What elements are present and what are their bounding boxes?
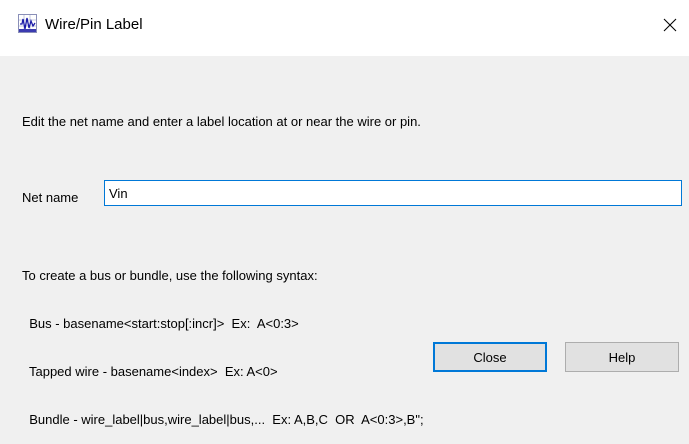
close-button[interactable]: Close: [433, 342, 547, 372]
net-name-label: Net name: [22, 190, 79, 205]
waveform-app-icon: [18, 14, 37, 33]
syntax-line-bus: Bus - basename<start:stop[:incr]> Ex: A<…: [22, 316, 299, 331]
window-title: Wire/Pin Label: [45, 16, 143, 33]
close-icon[interactable]: [660, 15, 680, 35]
syntax-heading: To create a bus or bundle, use the follo…: [22, 268, 318, 283]
net-name-input[interactable]: [104, 180, 682, 206]
syntax-help: To create a bus or bundle, use the follo…: [22, 236, 424, 444]
help-button[interactable]: Help: [565, 342, 679, 372]
title-bar: Wire/Pin Label: [0, 0, 689, 56]
syntax-line-tapped-wire: Tapped wire - basename<index> Ex: A<0>: [22, 364, 278, 379]
syntax-line-bundle: Bundle - wire_label|bus,wire_label|bus,.…: [22, 412, 424, 427]
instruction-text: Edit the net name and enter a label loca…: [22, 114, 421, 129]
